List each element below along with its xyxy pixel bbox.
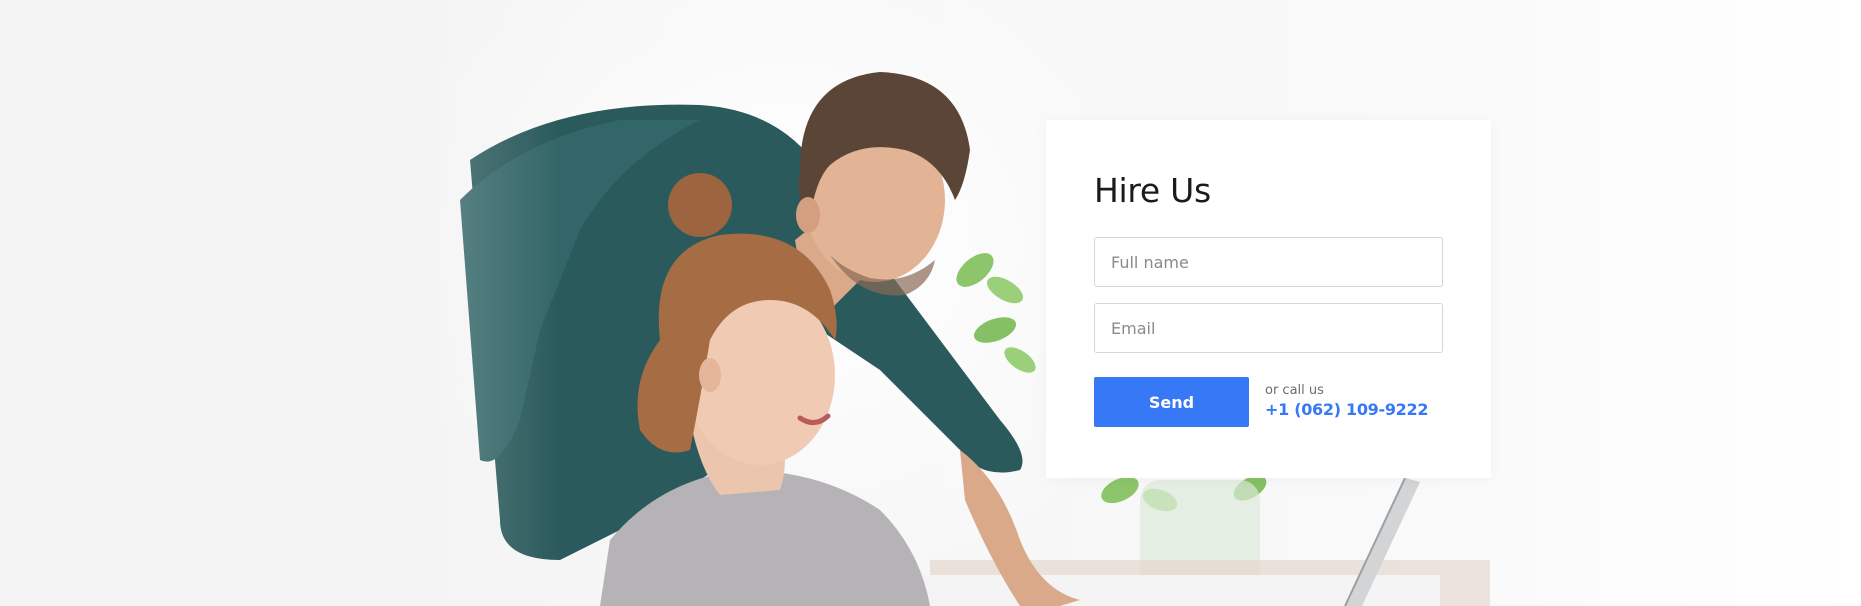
form-actions: Send or call us +1 (062) 109-9222 — [1094, 377, 1443, 427]
send-button[interactable]: Send — [1094, 377, 1249, 427]
full-name-input[interactable] — [1094, 237, 1443, 287]
hero-photo-illustration — [0, 0, 1490, 606]
phone-link[interactable]: +1 (062) 109-9222 — [1265, 399, 1428, 421]
call-us-label: or call us — [1265, 383, 1324, 398]
hire-us-card: Hire Us Send or call us +1 (062) 109-922… — [1046, 120, 1491, 478]
card-title: Hire Us — [1094, 171, 1211, 210]
hero-background — [0, 0, 1861, 606]
call-us-block: or call us +1 (062) 109-9222 — [1265, 383, 1428, 421]
email-input[interactable] — [1094, 303, 1443, 353]
